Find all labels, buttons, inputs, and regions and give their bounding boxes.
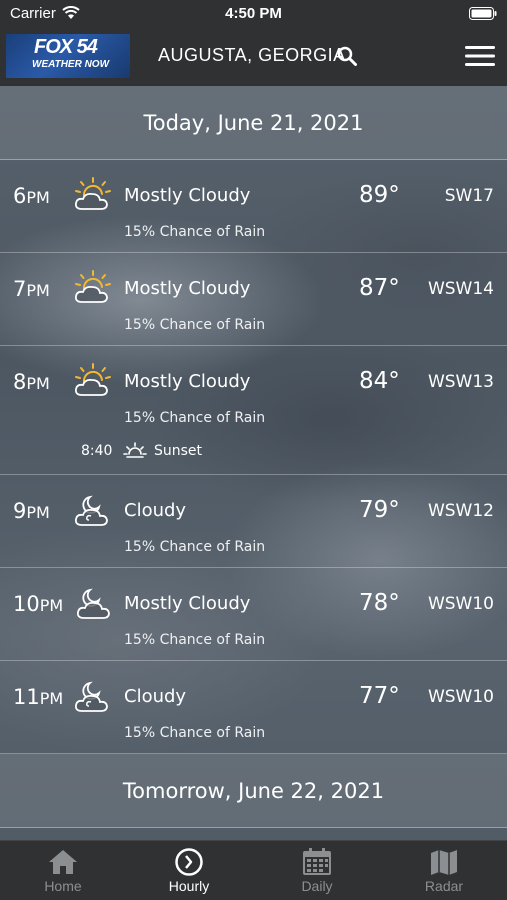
status-bar: Carrier 4:50 PM bbox=[0, 0, 507, 28]
cloudy-night-icon bbox=[74, 681, 108, 712]
hour-time: 6PM bbox=[13, 184, 50, 208]
map-icon bbox=[431, 850, 457, 875]
clock-icon bbox=[175, 848, 203, 876]
logo-main-text: FOX 54 bbox=[34, 36, 98, 58]
tab-label: Radar bbox=[424, 878, 464, 894]
sunset-icon bbox=[123, 442, 147, 458]
cloudy-night-icon bbox=[74, 495, 108, 526]
calendar-icon bbox=[303, 848, 331, 875]
app-header: FOX 54 WEATHER NOW AUGUSTA, GEORGIA bbox=[0, 28, 507, 86]
hour-row[interactable]: 11PM Cloudy 77° WSW10 15% Chance of Rain bbox=[0, 661, 507, 754]
status-time: 4:50 PM bbox=[225, 5, 282, 22]
hour-rain-chance: 15% Chance of Rain bbox=[124, 539, 266, 555]
hour-temperature: 87° bbox=[359, 275, 400, 301]
hour-temperature: 77° bbox=[359, 683, 400, 709]
hour-row[interactable]: 10PM Mostly Cloudy 78° WSW10 15% Chance … bbox=[0, 568, 507, 661]
hour-time: 9PM bbox=[13, 499, 50, 523]
hour-condition: Mostly Cloudy bbox=[124, 185, 251, 206]
day-header-today: Today, June 21, 2021 bbox=[0, 86, 507, 160]
location-title[interactable]: AUGUSTA, GEORGIA bbox=[158, 45, 346, 66]
hour-wind: WSW10 bbox=[427, 687, 494, 707]
day-header-tomorrow: Tomorrow, June 22, 2021 bbox=[0, 754, 507, 828]
home-icon bbox=[49, 850, 77, 874]
tab-label: Home bbox=[44, 878, 82, 894]
hourly-forecast-list[interactable]: Today, June 21, 2021 6PM Mostly Cloudy 8… bbox=[0, 86, 507, 840]
hour-condition: Mostly Cloudy bbox=[124, 371, 251, 392]
logo-sub-text: WEATHER NOW bbox=[32, 59, 110, 70]
hour-temperature: 89° bbox=[359, 182, 400, 208]
tab-daily[interactable]: Daily bbox=[254, 841, 380, 900]
sunset-label: Sunset bbox=[154, 443, 203, 459]
hour-row[interactable]: 8PM Mostly Cloudy 84° WSW13 15% Chance o… bbox=[0, 346, 507, 475]
sunset-time: 8:40 bbox=[81, 443, 113, 459]
hour-condition: Mostly Cloudy bbox=[124, 593, 251, 614]
hour-temperature: 78° bbox=[359, 590, 400, 616]
hour-condition: Cloudy bbox=[124, 686, 187, 707]
mostly-cloudy-night-icon bbox=[76, 588, 110, 619]
hour-time: 7PM bbox=[13, 277, 50, 301]
hour-wind: WSW10 bbox=[427, 594, 494, 614]
hour-rain-chance: 15% Chance of Rain bbox=[124, 317, 266, 333]
hour-wind: WSW13 bbox=[427, 372, 494, 392]
hamburger-menu-icon[interactable] bbox=[465, 45, 495, 67]
partly-cloudy-sun-icon bbox=[74, 363, 111, 396]
tab-label: Hourly bbox=[168, 878, 210, 894]
battery-icon bbox=[469, 7, 497, 20]
tab-hourly[interactable]: Hourly bbox=[126, 841, 252, 900]
hour-row[interactable]: 6PM Mostly Cloudy 89° SW17 15% Chance of… bbox=[0, 160, 507, 253]
bottom-tab-bar: Home Hourly Daily Radar bbox=[0, 840, 507, 900]
hour-wind: SW17 bbox=[444, 186, 494, 206]
hour-row[interactable]: 7PM Mostly Cloudy 87° WSW14 15% Chance o… bbox=[0, 253, 507, 346]
hour-condition: Cloudy bbox=[124, 500, 187, 521]
hour-rain-chance: 15% Chance of Rain bbox=[124, 632, 266, 648]
hour-rain-chance: 15% Chance of Rain bbox=[124, 410, 266, 426]
hour-rain-chance: 15% Chance of Rain bbox=[124, 224, 266, 240]
tab-radar[interactable]: Radar bbox=[381, 841, 507, 900]
hour-condition: Mostly Cloudy bbox=[124, 278, 251, 299]
hour-wind: WSW14 bbox=[427, 279, 494, 299]
hour-temperature: 79° bbox=[359, 497, 400, 523]
hour-temperature: 84° bbox=[359, 368, 400, 394]
search-icon[interactable] bbox=[337, 46, 357, 66]
hour-time: 10PM bbox=[13, 592, 64, 616]
hour-rain-chance: 15% Chance of Rain bbox=[124, 725, 266, 741]
hour-wind: WSW12 bbox=[427, 501, 494, 521]
tab-label: Daily bbox=[301, 878, 333, 894]
station-logo[interactable]: FOX 54 WEATHER NOW bbox=[6, 34, 130, 78]
hour-row[interactable]: 9PM Cloudy 79° WSW12 15% Chance of Rain bbox=[0, 475, 507, 568]
partly-cloudy-sun-icon bbox=[74, 177, 111, 210]
tab-home[interactable]: Home bbox=[0, 841, 126, 900]
hour-time: 11PM bbox=[13, 685, 64, 709]
partly-cloudy-sun-icon bbox=[74, 270, 111, 303]
hour-time: 8PM bbox=[13, 370, 50, 394]
